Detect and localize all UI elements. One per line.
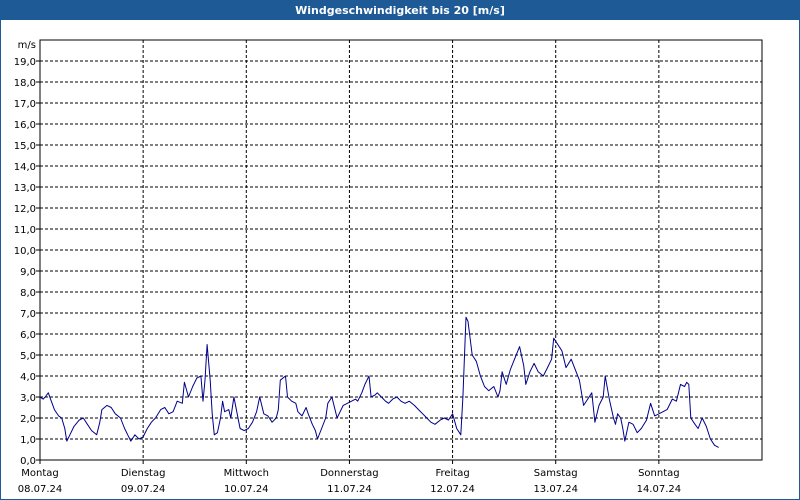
y-tick-label: 16,0 xyxy=(14,120,36,131)
x-tick-date: 10.07.24 xyxy=(224,484,269,495)
x-tick-day: Mittwoch xyxy=(224,468,269,479)
series-line-wind-speed xyxy=(39,316,719,448)
y-tick-label: 4,0 xyxy=(20,372,36,383)
y-tick-label: 3,0 xyxy=(20,393,36,404)
y-tick-label: 12,0 xyxy=(14,204,36,215)
y-tick-label: 9,0 xyxy=(20,267,36,278)
y-tick-label: 13,0 xyxy=(14,183,36,194)
y-tick-label: 14,0 xyxy=(14,162,36,173)
y-tick-label: 10,0 xyxy=(14,246,36,257)
wind-speed-chart: 0,0 1,0 2,0 3,0 4,0 5,0 6,0 7,0 8,0 9,0 10,0 11,0 12… xyxy=(14,39,763,495)
y-tick-label: 7,0 xyxy=(20,309,36,320)
y-tick-label: 5,0 xyxy=(20,351,36,362)
y-tick-label: 15,0 xyxy=(14,141,36,152)
x-tick-date: 11.07.24 xyxy=(327,484,372,495)
x-tick-date: 12.07.24 xyxy=(430,484,475,495)
x-tick-day: Dienstag xyxy=(121,468,166,479)
x-tick-date: 13.07.24 xyxy=(533,484,578,495)
x-tick-date: 09.07.24 xyxy=(121,484,166,495)
y-tick-label: 18,0 xyxy=(14,78,36,89)
y-axis-unit: m/s xyxy=(18,40,36,51)
x-tick-day: Montag xyxy=(21,468,58,479)
y-tick-label: 17,0 xyxy=(14,99,36,110)
y-tick-label: 1,0 xyxy=(20,435,36,446)
y-tick-label: 8,0 xyxy=(20,288,36,299)
y-tick-label: 19,0 xyxy=(14,57,36,68)
x-tick-day: Donnerstag xyxy=(320,468,378,479)
x-tick-day: Samstag xyxy=(534,468,578,479)
x-tick-date: 08.07.24 xyxy=(18,484,63,495)
x-tick-day: Freitag xyxy=(435,468,469,479)
y-tick-label: 6,0 xyxy=(20,330,36,341)
x-tick-date: 14.07.24 xyxy=(637,484,682,495)
y-tick-label: 2,0 xyxy=(20,414,36,425)
x-tick-day: Sonntag xyxy=(638,468,680,479)
y-tick-label: 11,0 xyxy=(14,225,36,236)
y-tick-label: 0,0 xyxy=(20,456,36,467)
